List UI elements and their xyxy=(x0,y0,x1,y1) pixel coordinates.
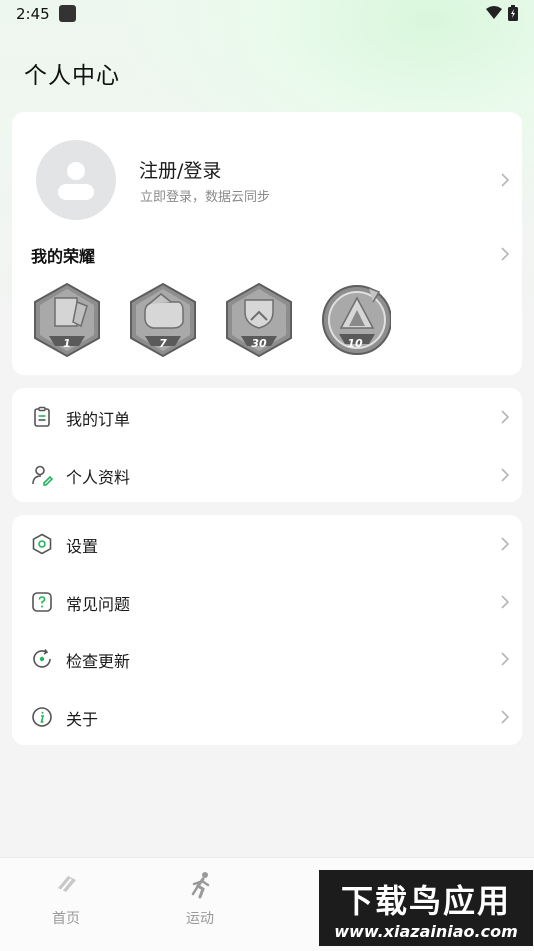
menu-item-about[interactable]: 关于 xyxy=(12,688,522,746)
clipboard-icon xyxy=(34,406,50,427)
badge-list: 1 7 30 10 xyxy=(31,282,391,358)
user-edit-icon xyxy=(32,465,54,486)
menu-item-orders[interactable]: 我的订单 xyxy=(12,388,522,446)
wifi-icon xyxy=(486,6,502,19)
menu-label: 我的订单 xyxy=(66,410,131,429)
app-notification-icon xyxy=(59,5,76,22)
battery-icon xyxy=(508,5,518,21)
menu-item-settings[interactable]: 设置 xyxy=(12,515,522,573)
settings-icon xyxy=(32,533,52,555)
watermark-title: 下载鸟应用 xyxy=(340,882,511,920)
watermark-url: www.xiazainiao.com xyxy=(334,922,518,941)
question-icon xyxy=(32,591,52,612)
chevron-right-icon[interactable] xyxy=(500,173,510,187)
menu-label: 设置 xyxy=(66,537,99,556)
avatar[interactable] xyxy=(36,140,116,220)
nav-tab-sport[interactable]: 运动 xyxy=(150,858,250,938)
status-icons xyxy=(486,5,518,21)
badge-7-day[interactable]: 7 xyxy=(127,282,199,358)
menu-item-check-update[interactable]: 检查更新 xyxy=(12,630,522,688)
chevron-right-icon xyxy=(501,594,510,609)
badge-label: 1 xyxy=(63,337,71,350)
nav-tab-home[interactable]: 首页 xyxy=(16,858,116,938)
menu-label: 关于 xyxy=(66,709,99,729)
menu-item-faq[interactable]: 常见问题 xyxy=(12,573,522,631)
info-icon xyxy=(32,706,52,727)
nav-label: 首页 xyxy=(52,911,80,927)
badge-10-km[interactable]: 10 xyxy=(319,282,391,358)
update-icon xyxy=(33,649,51,668)
chevron-right-icon[interactable] xyxy=(500,247,510,261)
nav-label: 运动 xyxy=(186,911,214,927)
home-icon xyxy=(58,876,76,892)
chevron-right-icon xyxy=(501,467,510,482)
chevron-right-icon xyxy=(501,652,510,666)
watermark: 下载鸟应用 www.xiazainiao.com xyxy=(319,870,533,946)
honors-title: 我的荣耀 xyxy=(31,247,96,266)
menu-label: 常见问题 xyxy=(66,594,131,614)
menu-group-account: 我的订单 个人资料 xyxy=(12,388,522,502)
menu-label: 检查更新 xyxy=(66,652,131,671)
profile-card: 注册/登录 立即登录，数据云同步 我的荣耀 1 7 30 10 xyxy=(12,112,522,375)
badge-label: 30 xyxy=(251,337,267,350)
chevron-right-icon xyxy=(501,410,510,424)
badge-1-day[interactable]: 1 xyxy=(31,282,103,358)
login-subtitle: 立即登录，数据云同步 xyxy=(140,190,271,205)
running-icon xyxy=(191,872,210,899)
badge-30-day[interactable]: 30 xyxy=(223,282,295,358)
page-title: 个人中心 xyxy=(24,63,120,89)
chevron-right-icon xyxy=(501,537,510,551)
badge-label: 10 xyxy=(347,337,363,350)
menu-item-profile[interactable]: 个人资料 xyxy=(12,446,522,504)
status-time: 2:45 xyxy=(16,5,50,23)
menu-group-general: 设置 常见问题 检查更新 关于 xyxy=(12,515,522,745)
badge-label: 7 xyxy=(159,337,167,350)
user-avatar-icon xyxy=(58,162,94,200)
login-register-link[interactable]: 注册/登录 xyxy=(139,156,221,183)
status-bar: 2:45 xyxy=(0,0,534,28)
chevron-right-icon xyxy=(501,709,510,724)
menu-label: 个人资料 xyxy=(66,467,131,487)
